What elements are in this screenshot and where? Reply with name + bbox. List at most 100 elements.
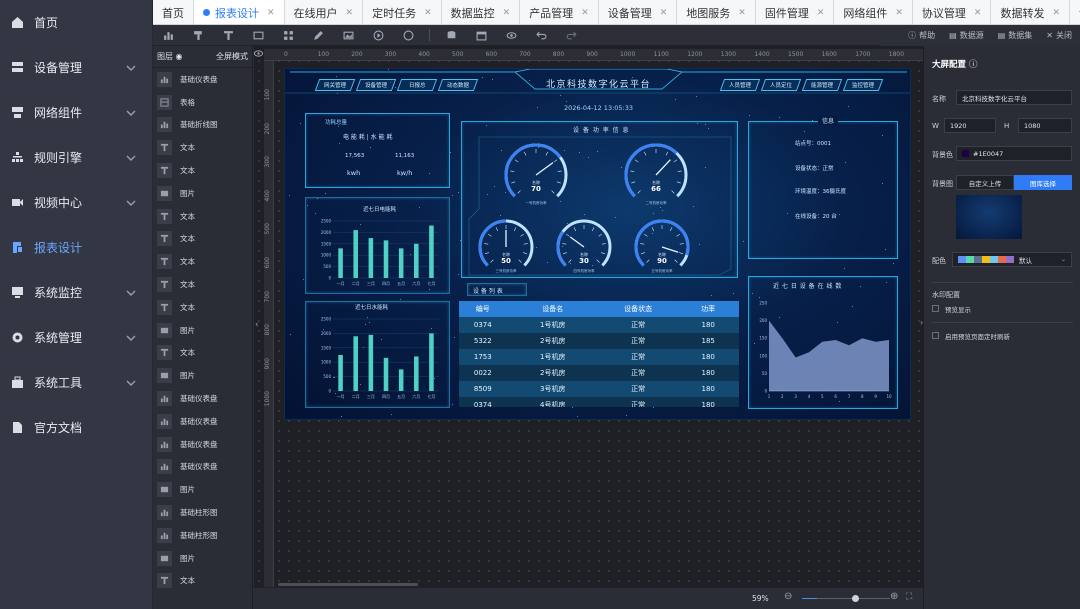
visibility-eye-icon[interactable]: ◉ <box>176 52 183 61</box>
dataset-button[interactable]: ▤ 数据集 <box>998 30 1033 41</box>
component-tool-icon[interactable] <box>393 30 423 41</box>
media-tool-icon[interactable] <box>243 30 273 41</box>
screen-nav-button[interactable]: 动态数据 <box>437 79 479 91</box>
play-tool-icon[interactable] <box>363 30 393 41</box>
close-icon[interactable]: ✕ <box>346 8 354 18</box>
sidebar-item-1[interactable]: 设备管理 <box>0 45 152 90</box>
sidebar-item-8[interactable]: 系统工具 <box>0 360 152 405</box>
zoom-value[interactable]: 59% <box>752 594 769 603</box>
close-icon[interactable]: ✕ <box>267 8 275 18</box>
close-icon[interactable]: ✕ <box>738 8 746 18</box>
pen-tool-icon[interactable] <box>303 30 333 41</box>
close-icon[interactable]: ✕ <box>895 8 903 18</box>
layer-item[interactable]: 表格 <box>153 91 252 114</box>
database-icon[interactable] <box>436 30 466 41</box>
palette-select[interactable]: 默认 ⌄ <box>952 252 1072 267</box>
datasource-button[interactable]: ▤ 数据源 <box>949 30 984 41</box>
bg-image-preview[interactable] <box>956 195 1022 239</box>
auto-refresh-checkbox[interactable] <box>932 332 939 339</box>
preview-eye-icon[interactable] <box>496 30 526 41</box>
design-canvas[interactable]: 0 100 200 300 400 500 600 700 800 900 1000 1100 1200… <box>254 46 923 609</box>
tab-5[interactable]: 产品管理 ✕ <box>520 0 599 24</box>
redo-icon[interactable] <box>556 30 586 41</box>
table-row[interactable]: 8509 3号机房 正常 180 <box>459 381 739 397</box>
collapse-layers-icon[interactable]: ‹ <box>255 320 259 330</box>
table-row[interactable]: 5322 2号机房 正常 185 <box>459 333 739 349</box>
chart-tool-icon[interactable] <box>153 30 183 41</box>
width-input[interactable]: 1920 <box>944 118 996 133</box>
upload-button[interactable]: 自定义上传 <box>956 175 1014 190</box>
sidebar-item-4[interactable]: 视频中心 <box>0 180 152 225</box>
layer-item[interactable]: 图片 <box>153 478 252 501</box>
screen-nav-button[interactable]: 监控管理 <box>842 79 884 91</box>
image-tool-icon[interactable] <box>333 30 363 41</box>
name-input[interactable]: 北京科技数字化云平台 <box>956 90 1072 105</box>
tab-11[interactable]: 数据转发 ✕ <box>991 0 1071 24</box>
layer-item[interactable]: 图片 <box>153 364 252 387</box>
layer-item[interactable]: 图片 <box>153 182 252 205</box>
layer-item[interactable]: 文本 <box>153 159 252 182</box>
sidebar-item-7[interactable]: 系统管理 <box>0 315 152 360</box>
tab-10[interactable]: 协议管理 ✕ <box>912 0 992 24</box>
help-button[interactable]: ⓘ 帮助 <box>908 30 935 41</box>
layer-item[interactable]: 文本 <box>153 228 252 251</box>
close-icon[interactable]: ✕ <box>503 8 511 18</box>
table-row[interactable]: 1753 1号机房 正常 180 <box>459 349 739 365</box>
tab-4[interactable]: 数据监控 ✕ <box>441 0 521 24</box>
layer-item[interactable]: 文本 <box>153 342 252 365</box>
text-tool-icon[interactable] <box>213 30 243 41</box>
bgcolor-input[interactable]: #1E0047 <box>956 146 1072 161</box>
layer-item[interactable]: 图片 <box>153 319 252 342</box>
close-icon[interactable]: ✕ <box>817 8 825 18</box>
layer-item[interactable]: 基础折线图 <box>153 114 252 137</box>
tab-0[interactable]: 首页 <box>153 0 194 24</box>
layer-item[interactable]: 文本 <box>153 205 252 228</box>
close-icon[interactable]: ✕ <box>974 8 982 18</box>
calendar-icon[interactable] <box>466 30 496 41</box>
sidebar-item-0[interactable]: 首页 <box>0 0 152 45</box>
screen-nav-button[interactable]: 日报总 <box>396 79 438 91</box>
close-icon[interactable]: ✕ <box>581 8 589 18</box>
screen-nav-button[interactable]: 能源管理 <box>801 79 843 91</box>
screen-nav-button[interactable]: 设备管理 <box>355 79 397 91</box>
tab-1[interactable]: 报表设计 ✕ <box>194 0 285 24</box>
zoom-slider-handle[interactable] <box>852 595 859 602</box>
close-button[interactable]: ✕ 关闭 <box>1046 30 1072 41</box>
table-row[interactable]: 0374 1号机房 正常 180 <box>459 317 739 333</box>
layer-item[interactable]: 基础柱形图 <box>153 501 252 524</box>
layer-item[interactable]: 文本 <box>153 250 252 273</box>
tab-3[interactable]: 定时任务 ✕ <box>363 0 442 24</box>
screen-nav-button[interactable]: 网关管理 <box>314 79 356 91</box>
table-row[interactable]: 0022 2号机房 正常 180 <box>459 365 739 381</box>
screen-nav-button[interactable]: 人员管理 <box>719 79 761 91</box>
tab-7[interactable]: 地图服务 ✕ <box>677 0 756 24</box>
big-screen-preview[interactable]: 北京科技数字化云平台 2026-04-12 13:05:33 网关管理 设备管理日… <box>284 68 911 420</box>
zoom-in-icon[interactable]: ⊕ <box>890 591 898 602</box>
paint-tool-icon[interactable] <box>183 30 213 41</box>
layer-item[interactable]: 基础仪表盘 <box>153 410 252 433</box>
sidebar-item-2[interactable]: 网络组件 <box>0 90 152 135</box>
tab-12[interactable]: 设备联动✕ <box>1070 0 1080 24</box>
layer-item[interactable]: 基础仪表盘 <box>153 456 252 479</box>
grid-tool-icon[interactable] <box>273 30 303 41</box>
height-input[interactable]: 1080 <box>1018 118 1072 133</box>
table-row[interactable]: 0374 4号机房 正常 180 <box>459 397 739 407</box>
layer-item[interactable]: 基础柱形图 <box>153 524 252 547</box>
screen-nav-button[interactable]: 人员定位 <box>760 79 802 91</box>
sidebar-item-3[interactable]: 规则引擎 <box>0 135 152 180</box>
close-icon[interactable]: ✕ <box>1052 8 1060 18</box>
preview-show-checkbox[interactable] <box>932 305 939 312</box>
undo-icon[interactable] <box>526 30 556 41</box>
layer-item[interactable]: 图片 <box>153 547 252 570</box>
zoom-out-icon[interactable]: ⊖ <box>784 591 792 602</box>
horizontal-scrollbar[interactable] <box>278 583 418 586</box>
fullscreen-mode-button[interactable]: 全屏模式 <box>216 51 248 62</box>
layer-item[interactable]: 文本 <box>153 570 252 593</box>
fit-screen-icon[interactable]: ⛶ <box>906 592 912 602</box>
tab-6[interactable]: 设备管理 ✕ <box>598 0 678 24</box>
collapse-panel-icon[interactable]: › <box>920 318 923 327</box>
layer-item[interactable]: 基础仪表盘 <box>153 68 252 91</box>
layer-item[interactable]: 基础仪表盘 <box>153 387 252 410</box>
layer-item[interactable]: 文本 <box>153 136 252 159</box>
sidebar-item-6[interactable]: 系统监控 <box>0 270 152 315</box>
